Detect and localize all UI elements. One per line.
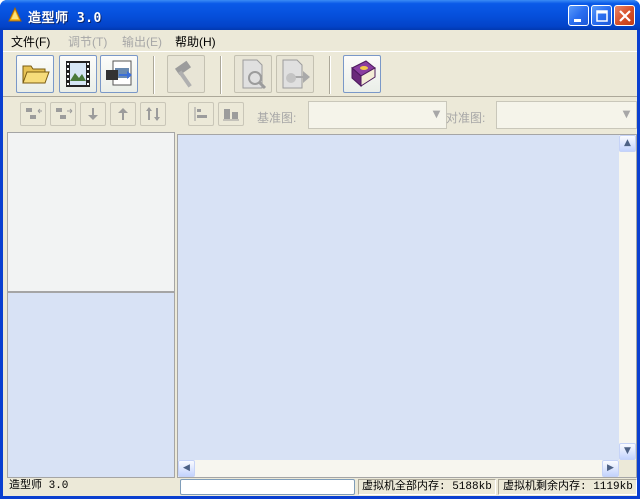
toolbar-separator (220, 56, 222, 94)
align-image-label: 对准图: (446, 111, 486, 125)
menu-adjust[interactable]: 调节(T) (68, 33, 107, 50)
align-left-button[interactable] (188, 102, 214, 126)
status-vm-total: 虚拟机全部内存: 5188kb (358, 479, 496, 495)
image-convert-button[interactable] (100, 55, 138, 93)
maximize-icon (596, 10, 608, 22)
arrow-down-icon (88, 108, 98, 120)
window-title: 造型师 3.0 (28, 11, 102, 26)
preview-button[interactable] (234, 55, 272, 93)
minimize-icon (574, 19, 581, 22)
image-convert-icon (106, 60, 132, 86)
document-export-icon (282, 59, 310, 89)
scroll-right-button[interactable]: ▶ (602, 460, 619, 477)
arrow-up-icon (118, 108, 128, 120)
status-app-name: 造型师 3.0 (9, 480, 69, 492)
main-window: 造型师 3.0 文件(F) 调节(T) 输出(E) 帮助(H) 基准图: ▼ 对… (0, 0, 640, 499)
align-distribute-icon (223, 109, 239, 121)
menu-output[interactable]: 输出(E) (122, 33, 162, 50)
build-button[interactable] (167, 55, 205, 93)
maximize-button[interactable] (591, 5, 612, 26)
layer-tree[interactable] (7, 132, 175, 292)
open-button[interactable] (16, 55, 54, 93)
swap-vertical-icon (146, 107, 160, 121)
scroll-left-button[interactable]: ◀ (178, 460, 195, 477)
open-folder-icon (22, 65, 50, 84)
move-down-button[interactable] (80, 102, 106, 126)
base-image-select[interactable]: ▼ (308, 101, 447, 129)
title-bar[interactable]: 造型师 3.0 (0, 0, 640, 30)
tree-outdent-icon (26, 108, 42, 119)
help-book-icon (351, 60, 376, 88)
document-search-icon (242, 59, 267, 90)
toolbar-separator (329, 56, 331, 94)
image-film-button[interactable] (59, 55, 97, 93)
work-canvas[interactable]: ▲ ▼ ◀ ▶ (177, 134, 637, 478)
indent-button[interactable] (50, 102, 76, 126)
align-left-icon (194, 107, 207, 121)
align-distribute-button[interactable] (218, 102, 244, 126)
menu-help[interactable]: 帮助(H) (175, 33, 216, 50)
move-up-button[interactable] (110, 102, 136, 126)
export-button[interactable] (276, 55, 314, 93)
chevron-down-icon: ▼ (432, 109, 441, 120)
horizontal-scrollbar[interactable]: ◀ ▶ (178, 460, 619, 477)
scroll-down-button[interactable]: ▼ (619, 443, 636, 460)
layer-toolbar (6, 98, 175, 130)
toolbar-separator (153, 56, 155, 94)
left-panel (6, 98, 175, 478)
vertical-scrollbar[interactable]: ▲ ▼ (619, 135, 636, 460)
property-panel[interactable] (7, 292, 175, 478)
outdent-button[interactable] (20, 102, 46, 126)
scroll-corner (619, 460, 636, 477)
chevron-left-icon: ◀ (183, 463, 190, 473)
close-button[interactable] (614, 5, 635, 26)
help-book-button[interactable] (343, 55, 381, 93)
swap-button[interactable] (140, 102, 166, 126)
align-image-select[interactable]: ▼ (496, 101, 637, 129)
image-film-icon (66, 61, 90, 87)
main-toolbar (3, 51, 637, 97)
minimize-button[interactable] (568, 5, 589, 26)
menu-bar: 文件(F) 调节(T) 输出(E) 帮助(H) (3, 30, 637, 50)
close-icon (619, 10, 631, 22)
menu-file[interactable]: 文件(F) (11, 33, 50, 50)
right-panel: 基准图: ▼ 对准图: ▼ ▲ ▼ ◀ ▶ (177, 98, 637, 478)
status-vm-free: 虚拟机剩余内存: 1119kb (498, 479, 637, 495)
align-toolbar: 基准图: ▼ 对准图: ▼ (177, 98, 637, 132)
chevron-down-icon: ▼ (624, 446, 631, 456)
scroll-up-button[interactable]: ▲ (619, 135, 636, 152)
chevron-right-icon: ▶ (607, 463, 614, 473)
tree-indent-icon (56, 108, 73, 119)
status-progress-field (180, 479, 355, 495)
client-area: 文件(F) 调节(T) 输出(E) 帮助(H) 基准图: ▼ 对准图: ▼ ▲ … (3, 30, 637, 496)
status-bar: 造型师 3.0 虚拟机全部内存: 5188kb 虚拟机剩余内存: 1119kb (3, 478, 637, 496)
hammer-icon (174, 60, 192, 88)
base-image-label: 基准图: (257, 111, 297, 125)
chevron-up-icon: ▲ (624, 138, 631, 148)
chevron-down-icon: ▼ (622, 109, 631, 120)
app-logo-icon (8, 7, 22, 22)
